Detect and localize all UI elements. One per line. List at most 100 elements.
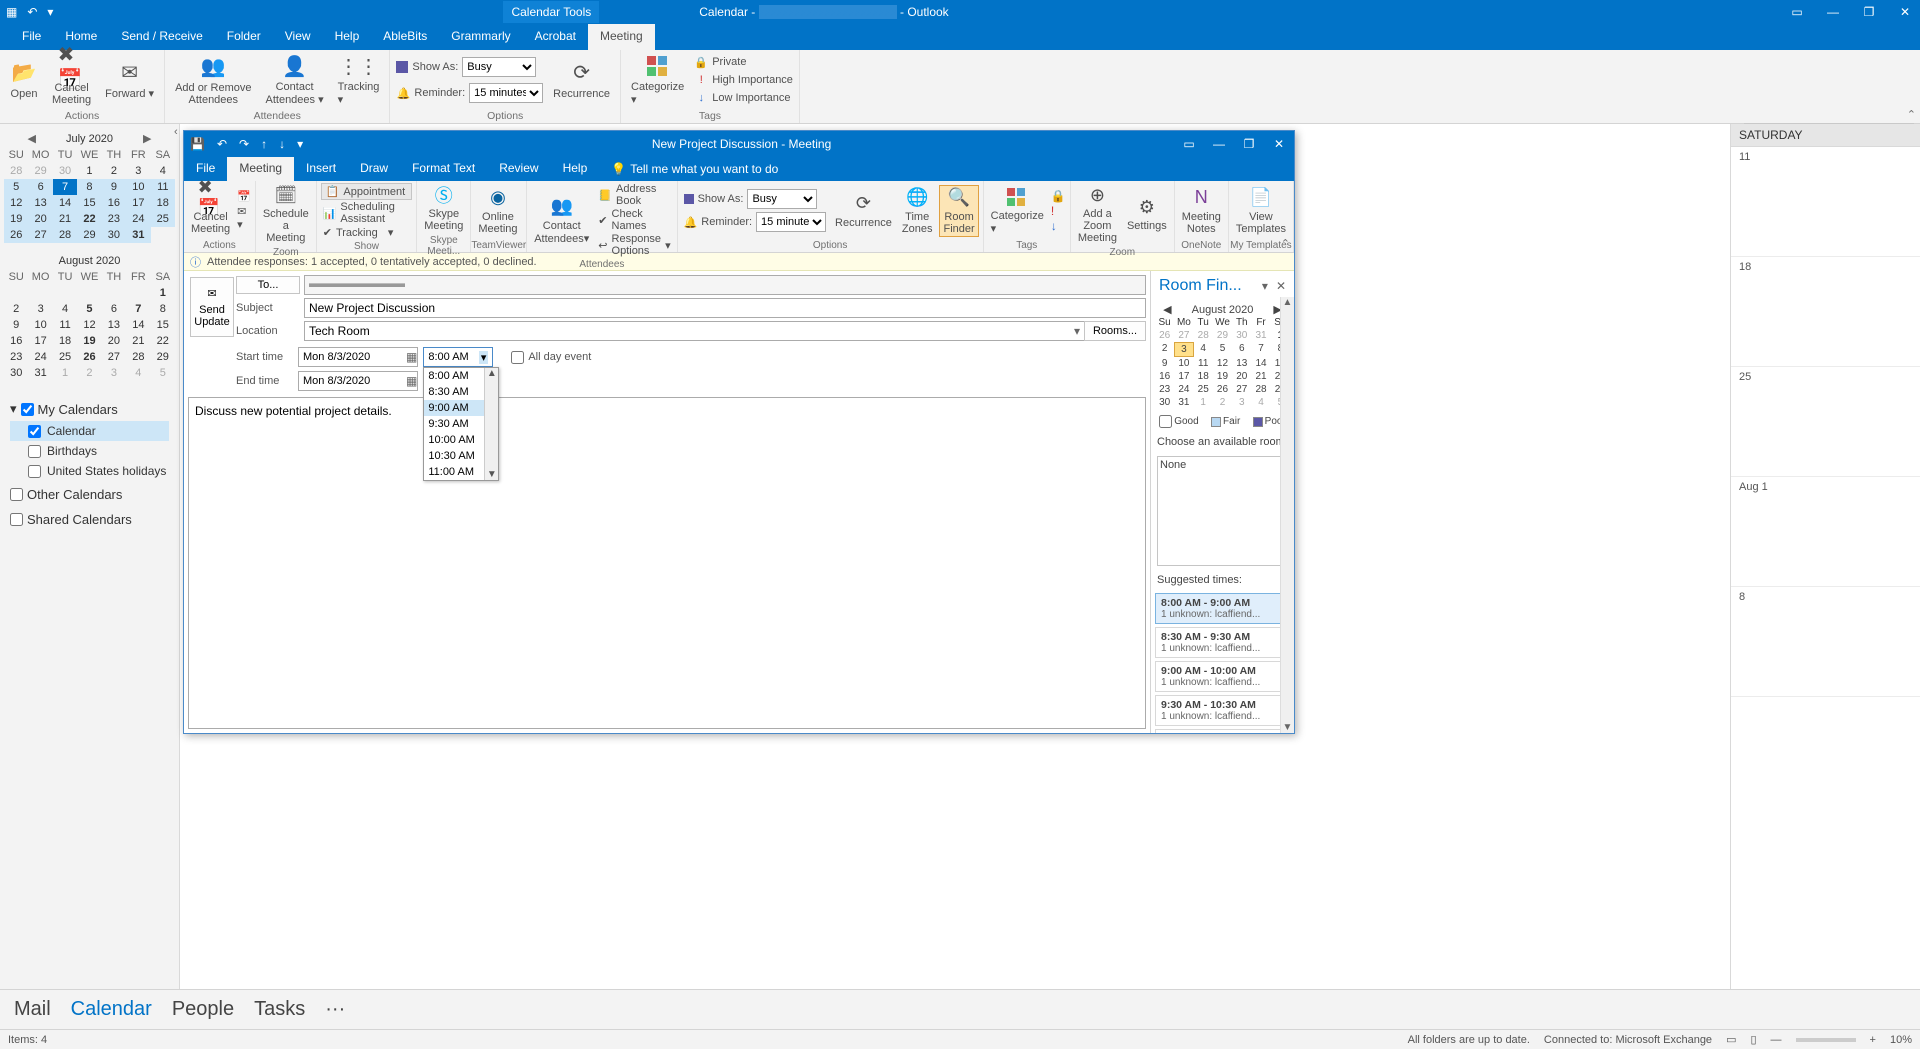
tab-view[interactable]: View — [273, 24, 323, 50]
send-update-button[interactable]: ✉ Send Update — [190, 277, 234, 337]
rf-room-list[interactable]: None — [1157, 456, 1288, 566]
cal-day[interactable]: 28 — [4, 163, 28, 179]
cal-day[interactable]: 25 — [53, 349, 77, 365]
other-calendars-group[interactable]: Other Calendars — [10, 481, 169, 506]
tab-send-receive[interactable]: Send / Receive — [109, 24, 214, 50]
cal-day[interactable]: 4 — [151, 163, 175, 179]
mw-zoom-settings-button[interactable]: ⚙Settings — [1124, 195, 1170, 233]
cal-day[interactable]: 22 — [151, 333, 175, 349]
shared-calendars-group[interactable]: Shared Calendars — [10, 506, 169, 531]
suggested-time[interactable]: 8:30 AM - 9:30 AM1 unknown: lcaffiend... — [1155, 627, 1290, 658]
zoom-slider[interactable] — [1796, 1038, 1856, 1042]
cal-day[interactable]: 26 — [77, 349, 101, 365]
suggested-time[interactable]: 8:00 AM - 9:00 AM1 unknown: lcaffiend... — [1155, 593, 1290, 624]
mw-high-icon[interactable]: ! — [1051, 204, 1066, 218]
time-option[interactable]: 8:00 AM — [424, 368, 484, 384]
cancel-meeting-button[interactable]: ✖📅Cancel Meeting — [48, 53, 95, 108]
cal-day[interactable]: 18 — [53, 333, 77, 349]
cal-day[interactable]: 9 — [4, 317, 28, 333]
mw-appointment-button[interactable]: 📋Appointment — [321, 183, 413, 200]
mw-redo-icon[interactable]: ↷ — [239, 137, 249, 151]
mw-room-finder-button[interactable]: 🔍Room Finder — [939, 185, 978, 237]
rf-cal-day[interactable]: 26 — [1155, 329, 1174, 342]
cal-day[interactable]: 20 — [28, 211, 52, 227]
view-normal-icon[interactable]: ▭ — [1726, 1033, 1736, 1046]
close-icon[interactable]: ✕ — [1896, 5, 1914, 19]
cal-day[interactable]: 27 — [102, 349, 126, 365]
high-importance-toggle[interactable]: !High Importance — [694, 72, 793, 88]
cal-day[interactable]: 12 — [4, 195, 28, 211]
calendar-cell[interactable]: 25 — [1731, 367, 1920, 477]
all-day-checkbox[interactable]: All day event — [511, 351, 591, 364]
mw-next-icon[interactable]: ↓ — [279, 137, 285, 151]
next-month-icon[interactable]: ▶ — [143, 132, 151, 145]
cal-day[interactable]: 13 — [28, 195, 52, 211]
rf-cal-day[interactable]: 21 — [1251, 370, 1270, 383]
collapse-nav-icon[interactable]: ‹ — [174, 126, 178, 138]
tell-me-search[interactable]: 💡Tell me what you want to do — [599, 157, 790, 181]
calendar-cell[interactable]: Aug 1 — [1731, 477, 1920, 587]
mw-tab-meeting[interactable]: Meeting — [227, 157, 294, 181]
suggested-time[interactable]: 9:00 AM - 10:00 AM1 unknown: lcaffiend..… — [1155, 661, 1290, 692]
cal-day[interactable]: 28 — [53, 227, 77, 243]
cal-day[interactable]: 4 — [126, 365, 150, 381]
cal-day[interactable]: 2 — [102, 163, 126, 179]
cal-day[interactable]: 29 — [151, 349, 175, 365]
rooms-button[interactable]: Rooms... — [1084, 321, 1146, 341]
mw-close-icon[interactable]: ✕ — [1270, 137, 1288, 151]
cal-day[interactable]: 14 — [53, 195, 77, 211]
cal-day[interactable]: 7 — [126, 301, 150, 317]
show-as-row[interactable]: Show As: Busy — [396, 56, 543, 78]
cal-day[interactable]: 24 — [126, 211, 150, 227]
minimize-icon[interactable]: — — [1824, 5, 1842, 19]
rf-cal-day[interactable]: 3 — [1232, 396, 1251, 409]
cal-day[interactable]: 16 — [4, 333, 28, 349]
cal-day[interactable]: 19 — [77, 333, 101, 349]
cal-day[interactable]: 31 — [126, 227, 150, 243]
rf-cal-day[interactable]: 12 — [1213, 357, 1232, 370]
rf-scroll-down-icon[interactable]: ▼ — [1283, 722, 1293, 733]
suggested-time[interactable]: 9:30 AM - 10:30 AM1 unknown: lcaffiend..… — [1155, 695, 1290, 726]
mw-recurrence-button[interactable]: ⟳Recurrence — [832, 192, 895, 230]
tab-folder[interactable]: Folder — [215, 24, 273, 50]
mw-teamviewer-button[interactable]: ◉Online Meeting — [475, 186, 520, 236]
cal-day[interactable]: 2 — [4, 301, 28, 317]
rf-cal-day[interactable]: 13 — [1232, 357, 1251, 370]
cal-day[interactable]: 15 — [77, 195, 101, 211]
mw-ribbon-display-icon[interactable]: ▭ — [1180, 137, 1198, 151]
cal-day[interactable]: 8 — [151, 301, 175, 317]
nav-···[interactable]: ··· — [325, 998, 345, 1021]
end-date-field[interactable] — [298, 371, 418, 391]
cal-day[interactable]: 19 — [4, 211, 28, 227]
tab-meeting[interactable]: Meeting — [588, 24, 655, 50]
cal-day[interactable]: 5 — [4, 179, 28, 195]
rf-cal-day[interactable]: 31 — [1174, 396, 1193, 409]
rf-cal-day[interactable]: 23 — [1155, 383, 1174, 396]
location-dropdown-icon[interactable]: ▾ — [1074, 324, 1080, 338]
mw-schedule-meeting-button[interactable]: 🗓Schedule a Meeting — [260, 183, 312, 245]
add-remove-attendees-button[interactable]: 👥Add or Remove Attendees — [171, 53, 255, 108]
mw-showas-select[interactable]: Busy — [747, 189, 817, 209]
cal-day[interactable]: 29 — [77, 227, 101, 243]
time-option[interactable]: 9:30 AM — [424, 416, 484, 432]
mw-check-names-button[interactable]: ✔Check Names — [596, 208, 672, 232]
mw-tab-help[interactable]: Help — [551, 157, 600, 181]
cal-day[interactable]: 20 — [102, 333, 126, 349]
rf-cal-day[interactable]: 6 — [1232, 342, 1251, 357]
mw-save-icon[interactable]: 💾 — [190, 137, 205, 151]
cal-day[interactable]: 13 — [102, 317, 126, 333]
cal-day[interactable]: 3 — [102, 365, 126, 381]
tab-file[interactable]: File — [10, 24, 53, 50]
tracking-button[interactable]: ⋮⋮Tracking▾ — [334, 52, 384, 108]
collapse-ribbon-icon[interactable]: ⌃ — [1907, 108, 1916, 121]
tab-acrobat[interactable]: Acrobat — [523, 24, 588, 50]
cal-day[interactable]: 30 — [102, 227, 126, 243]
time-option[interactable]: 9:00 AM — [424, 400, 484, 416]
cal-day[interactable]: 30 — [4, 365, 28, 381]
rf-cal-day[interactable]: 31 — [1251, 329, 1270, 342]
cal-day[interactable]: 10 — [28, 317, 52, 333]
reminder-select[interactable]: 15 minutes — [469, 83, 543, 103]
private-toggle[interactable]: 🔒Private — [694, 54, 793, 70]
categorize-button[interactable]: Categorize▾ — [627, 52, 688, 108]
nav-people[interactable]: People — [172, 998, 234, 1021]
